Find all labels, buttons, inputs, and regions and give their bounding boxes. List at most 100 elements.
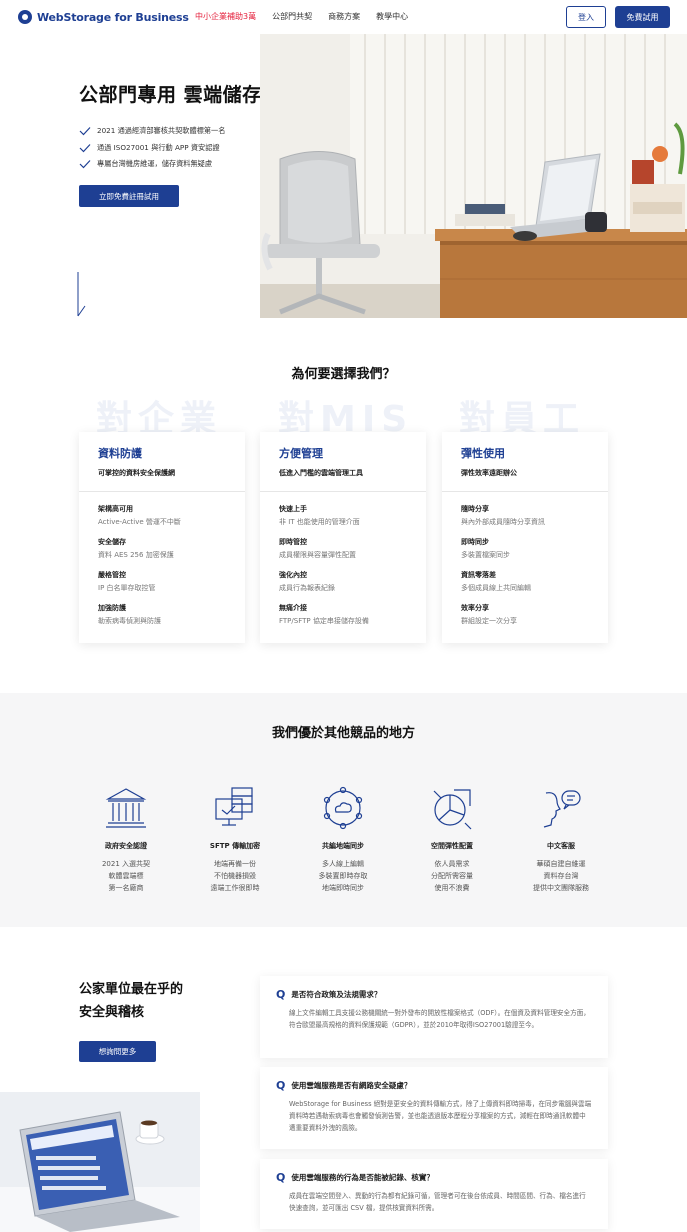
advantage-government-certified: 政府安全認證 2021 入選共契 軟體雲端標 第一名廠商 bbox=[76, 785, 176, 894]
mug bbox=[585, 212, 607, 232]
nav-link-public-sector[interactable]: 公部門共契 bbox=[272, 11, 312, 22]
feature-title: 資訊零落差 bbox=[461, 571, 496, 579]
feature-desc: Active-Active 營運不中斷 bbox=[98, 518, 181, 526]
feature-desc: 成員行為報表紀錄 bbox=[279, 584, 335, 592]
feature-card-flexible-use: 彈性使用 彈性效率遠距辦公 隨時分享 與內外部成員隨時分享資訊 即時同步 多裝置檔案… bbox=[442, 432, 608, 643]
advantages-title: 我們優於其他競品的地方 bbox=[271, 726, 415, 741]
logo-text: WebStorage for Business bbox=[37, 10, 189, 24]
hero-bullet-text: 專屬台灣機房維運，儲存資料無疑慮 bbox=[97, 159, 213, 169]
advantage-sftp-encryption: SFTP 傳輸加密 地端再備一份 不怕機器損毀 遠端工作很即時 bbox=[185, 785, 285, 894]
feature-title: 無痛介接 bbox=[279, 604, 307, 612]
advantage-co-edit-sync: 共編地端同步 多人線上編輯 多裝置即時存取 地端即時同步 bbox=[293, 785, 393, 894]
feature-title: 效率分享 bbox=[461, 604, 489, 612]
feature-title: 安全儲存 bbox=[98, 538, 126, 546]
feature-title: 強化內控 bbox=[279, 571, 307, 579]
faq-q-mark: Q bbox=[276, 988, 286, 1001]
compliance-title-line: 公家單位最在乎的 bbox=[79, 982, 184, 997]
advantage-name: 共編地端同步 bbox=[322, 842, 364, 850]
feature-item: 無痛介接 FTP/SFTP 協定串接儲存設備 bbox=[279, 603, 426, 636]
feature-item: 架構高可用 Active-Active 營運不中斷 bbox=[98, 504, 245, 537]
feature-desc: 與內外部成員隨時分享資訊 bbox=[461, 518, 545, 526]
feature-desc: 成員權限與容量彈性配置 bbox=[279, 551, 356, 559]
free-trial-button[interactable]: 免費試用 bbox=[615, 6, 670, 28]
register-trial-button[interactable]: 立即免費註冊試用 bbox=[79, 185, 179, 207]
compliance-title-line: 安全與稽核 bbox=[79, 1005, 145, 1020]
login-button[interactable]: 登入 bbox=[566, 6, 606, 28]
advantage-desc-line: 軟體雲端標 bbox=[108, 872, 144, 880]
advantage-desc-line: 華碩自建自維運 bbox=[536, 860, 586, 868]
card-title: 彈性使用 bbox=[461, 447, 505, 460]
scroll-down-icon[interactable] bbox=[76, 272, 86, 318]
advantage-desc-line: 地端再備一份 bbox=[214, 860, 256, 868]
hero-bullet-text: 2021 通過經濟部審核共契軟體標第一名 bbox=[97, 126, 226, 136]
advantage-desc-line: 分配所需容量 bbox=[431, 872, 473, 880]
check-icon bbox=[79, 143, 91, 153]
laptop-photo bbox=[0, 1092, 200, 1232]
advantage-desc-line: 不怕機器損毀 bbox=[214, 872, 256, 880]
feature-title: 隨時分享 bbox=[461, 505, 489, 513]
advantage-desc-line: 資料存台灣 bbox=[543, 872, 579, 880]
feature-item: 嚴格管控 IP 白名單存取控管 bbox=[98, 570, 245, 603]
advantage-desc-line: 依人員需求 bbox=[434, 860, 470, 868]
why-section-title: 為何要選擇我們？ bbox=[291, 367, 396, 382]
nav-link-sme-subsidy[interactable]: 中小企業補助3萬 bbox=[195, 11, 256, 22]
advantage-name: SFTP 傳輸加密 bbox=[209, 842, 261, 850]
feature-item: 快速上手非 IT 也能使用的管理介面 bbox=[279, 504, 426, 537]
feature-title: 架構高可用 bbox=[98, 505, 133, 513]
faq-item-policy[interactable]: Q 是否符合政策及法規需求？ 線上文件編輯工具支援公務機關統一對外發布的開放性檔案… bbox=[260, 976, 608, 1058]
feature-item: 隨時分享與內外部成員隨時分享資訊 bbox=[461, 504, 608, 537]
advantage-desc-line: 2021 入選共契 bbox=[101, 860, 151, 868]
advantage-name: 政府安全認證 bbox=[105, 842, 147, 850]
card-subtitle: 低進入門檻的雲端管理工具 bbox=[279, 469, 363, 477]
advantage-desc-line: 多裝置即時存取 bbox=[318, 872, 368, 880]
advantage-name: 中文客服 bbox=[547, 842, 575, 850]
check-icon bbox=[79, 160, 91, 169]
advantage-desc-line: 第一名廠商 bbox=[108, 884, 144, 892]
nav-links: 中小企業補助3萬 公部門共契 商務方案 教學中心 bbox=[195, 11, 408, 22]
faq-item-audit-log[interactable]: Q 使用雲端服務的行為是否能被記錄、核實？ 成員在雲端空間登入、異動的行為都有紀錄… bbox=[260, 1159, 608, 1229]
advantage-name: 空間彈性配置 bbox=[431, 842, 473, 850]
card-title: 資料防護 bbox=[98, 447, 142, 460]
feature-desc: 資料 AES 256 加密保護 bbox=[98, 551, 174, 559]
feature-title: 嚴格管控 bbox=[98, 571, 126, 579]
mouse bbox=[513, 231, 537, 241]
advantage-desc-line: 使用不浪費 bbox=[434, 884, 470, 892]
advantage-desc: 依人員需求 分配所需容量 使用不浪費 bbox=[402, 858, 502, 894]
advantage-desc: 地端再備一份 不怕機器損毀 遠端工作很即時 bbox=[185, 858, 285, 894]
faq-answer: 線上文件編輯工具支援公務機關統一對外發布的開放性檔案格式（ODF）。在個資及資料… bbox=[289, 1009, 590, 1029]
feature-item: 安全儲存資料 AES 256 加密保護 bbox=[98, 537, 245, 570]
hero-bullet-text: 通過 ISO27001 與行動 APP 資安認證 bbox=[97, 142, 220, 152]
advantage-chinese-support: 中文客服 華碩自建自維運 資料存台灣 提供中文團隊服務 bbox=[511, 785, 611, 894]
advantage-desc-line: 多人線上編輯 bbox=[322, 860, 364, 868]
card-title: 方便管理 bbox=[279, 447, 323, 460]
faq-question: 使用雲端服務的行為是否能被記錄、核實？ bbox=[291, 1173, 434, 1182]
compliance-title: 公家單位最在乎的 安全與稽核 bbox=[79, 978, 183, 1024]
advantage-desc-line: 提供中文團隊服務 bbox=[533, 884, 589, 892]
feature-item: 資訊零落差 多個成員線上共同編輯 bbox=[461, 570, 608, 603]
ask-more-button[interactable]: 想詢問更多 bbox=[79, 1041, 156, 1062]
feature-item: 強化內控成員行為報表紀錄 bbox=[279, 570, 426, 603]
advantage-desc: 華碩自建自維運 資料存台灣 提供中文團隊服務 bbox=[511, 858, 611, 894]
advantage-desc-line: 地端即時同步 bbox=[322, 884, 364, 892]
faq-item-network-security[interactable]: Q 使用雲端服務是否有網路安全疑慮？ WebStorage for Busines… bbox=[260, 1067, 608, 1149]
hero-bullet: 2021 通過經濟部審核共契軟體標第一名 bbox=[79, 123, 225, 140]
feature-desc: 非 IT 也能使用的管理介面 bbox=[279, 518, 360, 526]
faq-answer: WebStorage for Business 絕對是更安全的資料傳輸方式，除了… bbox=[289, 1100, 592, 1132]
feature-card-data-protection: 資料防護 可掌控的資料安全保護網 架構高可用 Active-Active 營運不中… bbox=[79, 432, 245, 643]
logo[interactable]: WebStorage for Business bbox=[18, 10, 189, 24]
nav-link-business-plans[interactable]: 商務方案 bbox=[328, 11, 360, 22]
logo-icon bbox=[18, 10, 32, 24]
server-secure-icon bbox=[215, 787, 253, 826]
feature-desc: IP 白名單存取控管 bbox=[98, 584, 156, 592]
feature-item: 即時同步 多裝置檔案同步 bbox=[461, 537, 608, 570]
hero-bullet-list: 2021 通過經濟部審核共契軟體標第一名 通過 ISO27001 與行動 APP… bbox=[79, 123, 225, 173]
feature-card-easy-management: 方便管理 低進入門檻的雲端管理工具 快速上手非 IT 也能使用的管理介面 即時管… bbox=[260, 432, 426, 643]
feature-desc: 勒索病毒偵測與防護 bbox=[98, 617, 161, 625]
advantage-desc: 多人線上編輯 多裝置即時存取 地端即時同步 bbox=[293, 858, 393, 894]
faq-q-mark: Q bbox=[276, 1079, 286, 1092]
faq-question: 是否符合政策及法規需求？ bbox=[291, 990, 382, 999]
feature-desc: 群組設定一次分享 bbox=[461, 617, 517, 625]
nav-link-tutorials[interactable]: 教學中心 bbox=[376, 11, 408, 22]
government-building-icon bbox=[105, 788, 147, 828]
office-desk-photo bbox=[260, 34, 687, 318]
